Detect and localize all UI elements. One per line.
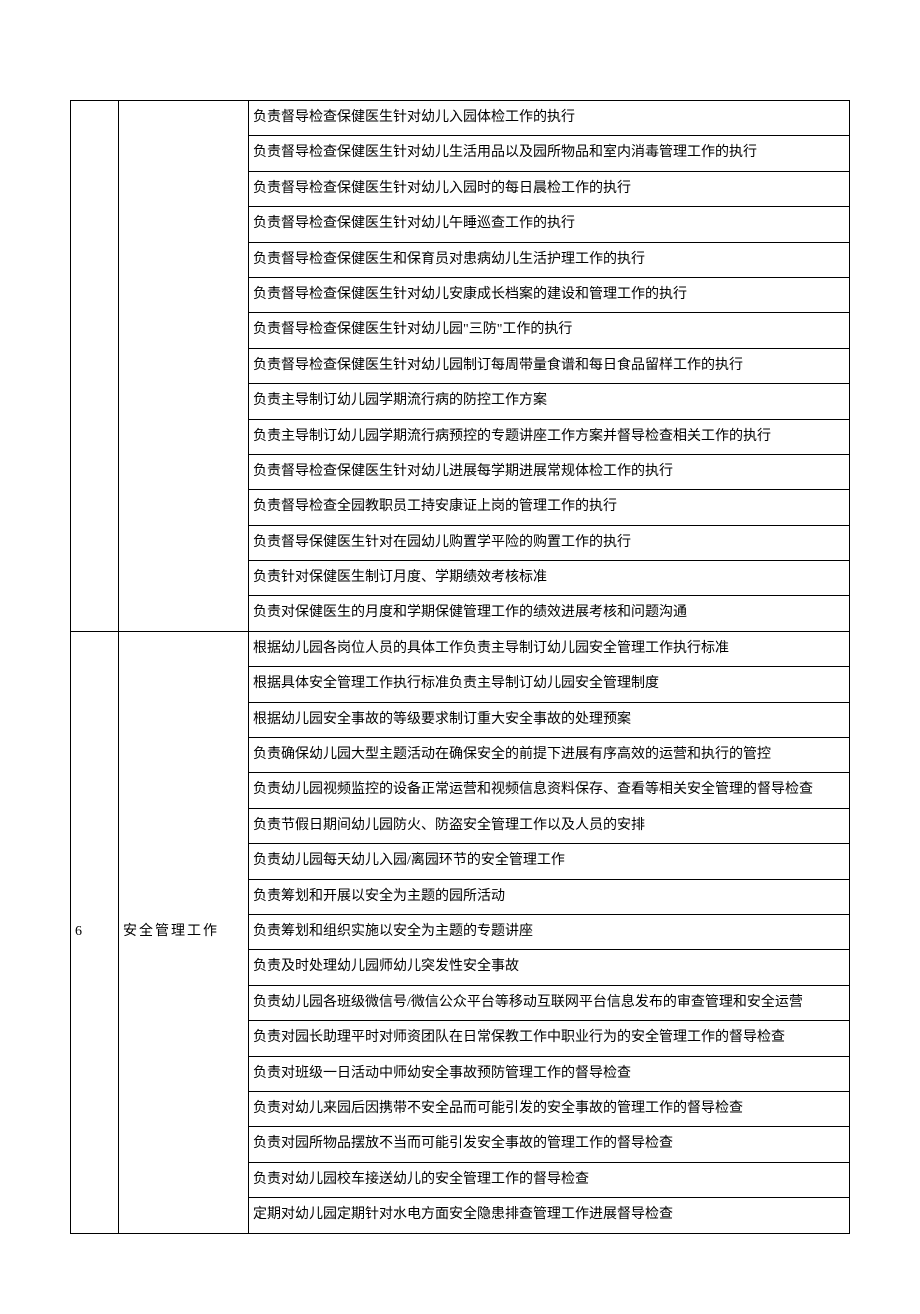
responsibility-item: 负责督导保健医生针对在园幼儿购置学平险的购置工作的执行 xyxy=(249,525,850,560)
responsibility-item: 根据幼儿园安全事故的等级要求制订重大安全事故的处理预案 xyxy=(249,702,850,737)
responsibility-item: 负责幼儿园每天幼儿入园/离园环节的安全管理工作 xyxy=(249,844,850,879)
group-category xyxy=(119,101,249,632)
responsibility-item: 负责督导检查保健医生针对幼儿安康成长档案的建设和管理工作的执行 xyxy=(249,277,850,312)
document-page: 负责督导检查保健医生针对幼儿入园体检工作的执行负责督导检查保健医生针对幼儿生活用… xyxy=(0,0,920,1314)
responsibility-item: 负责及时处理幼儿园师幼儿突发性安全事故 xyxy=(249,950,850,985)
responsibility-item: 负责督导检查全园教职员工持安康证上岗的管理工作的执行 xyxy=(249,490,850,525)
responsibility-item: 负责督导检查保健医生针对幼儿生活用品以及园所物品和室内消毒管理工作的执行 xyxy=(249,136,850,171)
responsibility-item: 负责主导制订幼儿园学期流行病预控的专题讲座工作方案并督导检查相关工作的执行 xyxy=(249,419,850,454)
responsibility-item: 根据幼儿园各岗位人员的具体工作负责主导制订幼儿园安全管理工作执行标准 xyxy=(249,631,850,666)
responsibility-item: 根据具体安全管理工作执行标准负责主导制订幼儿园安全管理制度 xyxy=(249,667,850,702)
responsibility-item: 负责对幼儿园校车接送幼儿的安全管理工作的督导检查 xyxy=(249,1162,850,1197)
responsibility-item: 负责督导检查保健医生针对幼儿午睡巡查工作的执行 xyxy=(249,207,850,242)
responsibility-item: 负责对园所物品摆放不当而可能引发安全事故的管理工作的督导检查 xyxy=(249,1127,850,1162)
responsibility-item: 负责对园长助理平时对师资团队在日常保教工作中职业行为的安全管理工作的督导检查 xyxy=(249,1021,850,1056)
responsibility-item: 负责幼儿园各班级微信号/微信公众平台等移动互联网平台信息发布的审查管理和安全运营 xyxy=(249,985,850,1020)
responsibility-item: 负责对保健医生的月度和学期保健管理工作的绩效进展考核和问题沟通 xyxy=(249,596,850,631)
group-index xyxy=(71,101,119,632)
responsibility-item: 负责督导检查保健医生针对幼儿进展每学期进展常规体检工作的执行 xyxy=(249,454,850,489)
responsibility-item: 负责筹划和组织实施以安全为主题的专题讲座 xyxy=(249,914,850,949)
table-row: 负责督导检查保健医生针对幼儿入园体检工作的执行 xyxy=(71,101,850,136)
responsibility-item: 负责确保幼儿园大型主题活动在确保安全的前提下进展有序高效的运营和执行的管控 xyxy=(249,738,850,773)
group-category: 安全管理工作 xyxy=(119,631,249,1233)
responsibility-item: 定期对幼儿园定期针对水电方面安全隐患排查管理工作进展督导检查 xyxy=(249,1198,850,1233)
responsibility-item: 负责对幼儿来园后因携带不安全品而可能引发的安全事故的管理工作的督导检查 xyxy=(249,1091,850,1126)
responsibility-table: 负责督导检查保健医生针对幼儿入园体检工作的执行负责督导检查保健医生针对幼儿生活用… xyxy=(70,100,850,1234)
responsibility-item: 负责督导检查保健医生针对幼儿园制订每周带量食谱和每日食品留样工作的执行 xyxy=(249,348,850,383)
responsibility-item: 负责节假日期间幼儿园防火、防盗安全管理工作以及人员的安排 xyxy=(249,808,850,843)
responsibility-item: 负责主导制订幼儿园学期流行病的防控工作方案 xyxy=(249,384,850,419)
responsibility-item: 负责督导检查保健医生和保育员对患病幼儿生活护理工作的执行 xyxy=(249,242,850,277)
responsibility-item: 负责筹划和开展以安全为主题的园所活动 xyxy=(249,879,850,914)
responsibility-item: 负责督导检查保健医生针对幼儿园"三防"工作的执行 xyxy=(249,313,850,348)
responsibility-item: 负责督导检查保健医生针对幼儿入园时的每日晨检工作的执行 xyxy=(249,171,850,206)
group-index: 6 xyxy=(71,631,119,1233)
responsibility-item: 负责对班级一日活动中师幼安全事故预防管理工作的督导检查 xyxy=(249,1056,850,1091)
responsibility-item: 负责幼儿园视频监控的设备正常运营和视频信息资料保存、查看等相关安全管理的督导检查 xyxy=(249,773,850,808)
responsibility-item: 负责针对保健医生制订月度、学期绩效考核标准 xyxy=(249,561,850,596)
table-row: 6安全管理工作根据幼儿园各岗位人员的具体工作负责主导制订幼儿园安全管理工作执行标… xyxy=(71,631,850,666)
responsibility-item: 负责督导检查保健医生针对幼儿入园体检工作的执行 xyxy=(249,101,850,136)
